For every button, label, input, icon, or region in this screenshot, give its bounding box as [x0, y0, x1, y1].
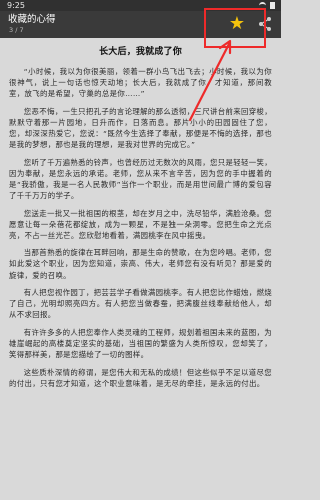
battery-icon: [270, 2, 275, 9]
article-paragraph: 有人把您视作园丁，把芸芸学子看做满园桃李。有人把您比作蜡烛，燃烧了自己，光明却照…: [9, 288, 272, 320]
article-paragraph: 当那首熟悉的旋律在耳畔回响，那是生命的赞歌，在为您吟唱。老师，您如此爱这个职业，…: [9, 248, 272, 280]
article-paragraph: 您听了千万遍熟悉的铃声，也曾经历过无数次的风雨，您只是轻轻一笑，因为奉献，是您永…: [9, 157, 272, 200]
page-indicator: 3 / 7: [9, 26, 24, 34]
article-paragraph: 有许许多多的人把您奉作人类灵魂的工程师，规划着祖国未来的蓝图，为雄崖崛起的高楼奠…: [9, 327, 272, 360]
article-paragraph: 这些质朴深情的称谓，是您伟大和无私的成绩！但这些似乎不足以道尽您的付出，只有您才…: [9, 367, 272, 388]
app-screen: 9:25 收藏的心得 3 / 7 ★ 长大后，我就成了你 “小时候，我以为你很美…: [0, 0, 281, 500]
article-paragraph: 您送走一批又一批祖国的根茎，却在岁月之中，洗尽铅华，满脸沧桑。您愿意让每一朵蓓花…: [9, 208, 272, 240]
toolbar-title: 收藏的心得: [8, 14, 56, 25]
article-content: 长大后，我就成了你 “小时候，我以为你很美丽，领着一群小鸟飞出飞去；小时候，我以…: [0, 38, 281, 500]
article-paragraph: “小时候，我以为你很美丽，领着一群小鸟飞出飞去；小时候，我以为你很神气，说上一句…: [9, 67, 272, 99]
annotation-highlight-box: [204, 8, 266, 48]
article-paragraph: 您恶不悔，一生只把孔子的言论理解的那么透彻，三尺讲台前来回穿梭，默默守着那一片园…: [9, 106, 272, 150]
status-time: 9:25: [7, 1, 25, 10]
